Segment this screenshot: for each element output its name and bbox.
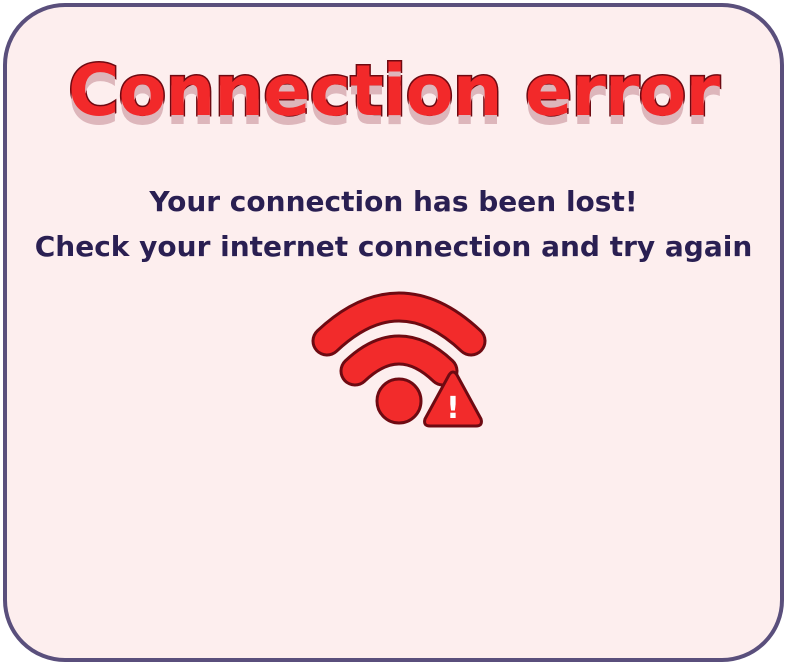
connection-error-dialog: Connection error Your connection has bee…	[3, 3, 784, 662]
wifi-dot	[375, 377, 423, 425]
warning-exclamation: !	[446, 391, 460, 426]
error-message-line-2: Check your internet connection and try a…	[34, 230, 753, 263]
dialog-title: Connection error	[67, 50, 722, 132]
error-message-line-1: Your connection has been lost!	[149, 185, 638, 218]
wifi-error-icon: !	[311, 291, 487, 428]
error-message: Your connection has been lost! Check you…	[7, 179, 780, 269]
